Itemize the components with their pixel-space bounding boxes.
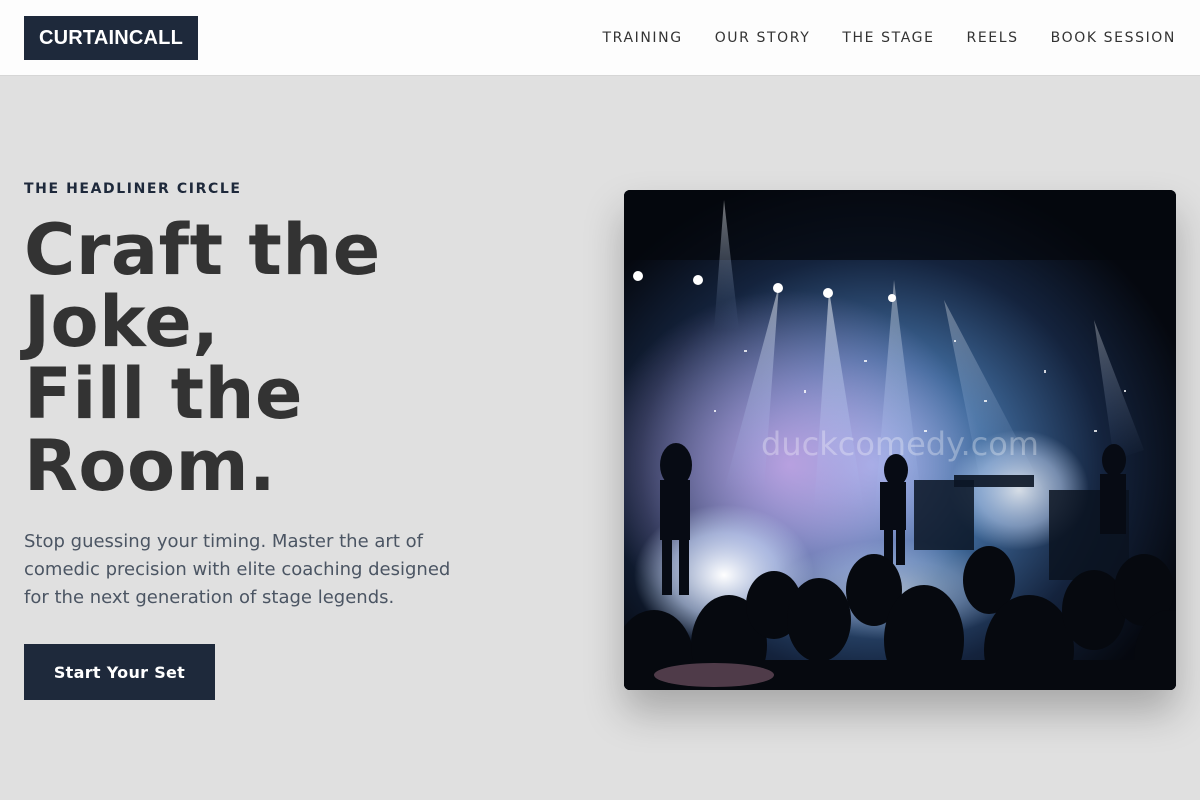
- nav-link-our-story[interactable]: OUR STORY: [715, 30, 811, 46]
- headline-line: Joke,: [24, 281, 220, 363]
- headline-line: Fill the: [24, 353, 303, 435]
- navbar: CURTAINCALL TRAINING OUR STORY THE STAGE…: [0, 0, 1200, 76]
- hero-headline: Craft the Joke, Fill the Room.: [24, 214, 584, 502]
- nav-link-training[interactable]: TRAINING: [603, 30, 683, 46]
- start-your-set-button[interactable]: Start Your Set: [24, 644, 215, 700]
- hero-concert-image: duckcomedy.com: [624, 190, 1176, 690]
- hero-eyebrow: THE HEADLINER CIRCLE: [24, 181, 242, 197]
- main-nav: TRAINING OUR STORY THE STAGE REELS BOOK …: [603, 0, 1176, 76]
- nav-link-book-session[interactable]: BOOK SESSION: [1051, 30, 1176, 46]
- concert-stage-photo: duckcomedy.com: [624, 190, 1176, 690]
- image-watermark: duckcomedy.com: [761, 425, 1039, 463]
- hero-subtext: Stop guessing your timing. Master the ar…: [24, 531, 451, 608]
- nav-link-reels[interactable]: REELS: [967, 30, 1019, 46]
- headline-line: Room.: [24, 425, 277, 507]
- headline-line: Craft the: [24, 209, 381, 291]
- brand-logo[interactable]: CURTAINCALL: [24, 16, 198, 60]
- nav-link-the-stage[interactable]: THE STAGE: [842, 30, 934, 46]
